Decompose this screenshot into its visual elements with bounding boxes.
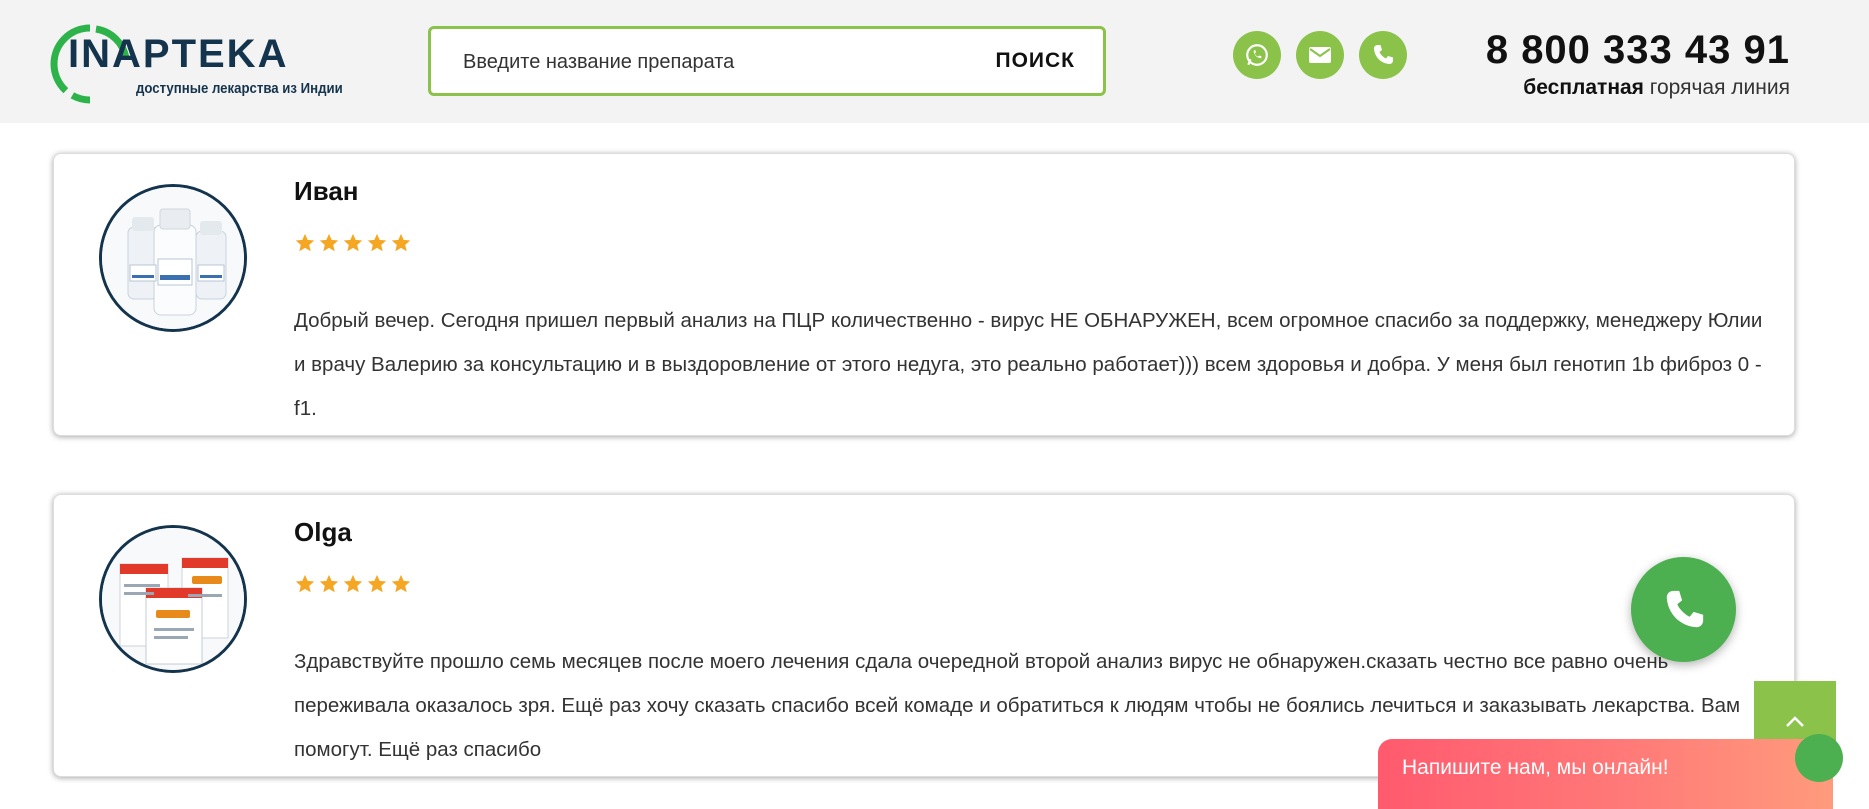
review-avatar — [99, 184, 247, 332]
star-icon — [391, 574, 411, 593]
search-button[interactable]: ПОИСК — [995, 45, 1075, 77]
reviewer-name: Иван — [294, 176, 359, 206]
rating-stars — [294, 232, 412, 254]
callback-button[interactable] — [1631, 557, 1736, 662]
medicine-bottles-image — [102, 187, 244, 329]
call-button[interactable] — [1359, 31, 1407, 79]
hotline-phone-number[interactable]: 8 800 333 43 91 — [1480, 28, 1790, 73]
medicine-boxes-image — [102, 528, 244, 670]
chat-label: Напишите нам, мы онлайн! — [1402, 756, 1669, 779]
review-avatar — [99, 525, 247, 673]
chevron-up-icon — [1786, 716, 1804, 727]
logo-tagline: доступные лекарства из Индии — [136, 80, 343, 97]
mail-button[interactable] — [1296, 31, 1344, 79]
reviewer-name: Olga — [294, 517, 352, 547]
whatsapp-icon — [1246, 44, 1268, 66]
hotline-caption-bold: бесплатная — [1523, 76, 1644, 99]
star-icon — [391, 233, 411, 252]
hotline-caption-rest: горячая линия — [1643, 76, 1790, 99]
star-icon — [319, 233, 339, 252]
hotline-caption: бесплатная горячая линия — [1450, 76, 1790, 100]
logo-wordmark: INAPTEKA — [68, 32, 289, 76]
mail-icon — [1309, 47, 1331, 63]
phone-icon — [1374, 45, 1393, 64]
search-box: ПОИСК — [428, 26, 1106, 96]
star-icon — [295, 233, 315, 252]
online-chat-widget[interactable]: Напишите нам, мы онлайн! — [1378, 739, 1833, 809]
search-input[interactable] — [461, 45, 945, 79]
star-icon — [295, 574, 315, 593]
star-icon — [367, 233, 387, 252]
chat-status-dot — [1795, 734, 1843, 782]
review-card: Olga Здравствуйте прошло семь месяцев по… — [53, 494, 1795, 777]
logo[interactable]: INAPTEKA доступные лекарства из Индии — [50, 24, 350, 104]
phone-icon — [1666, 590, 1703, 627]
rating-stars — [294, 573, 412, 595]
star-icon — [367, 574, 387, 593]
star-icon — [319, 574, 339, 593]
site-header: INAPTEKA доступные лекарства из Индии ПО… — [0, 0, 1869, 123]
review-card: Иван Добрый вечер. Сегодня пришел первый… — [53, 153, 1795, 436]
review-text: Добрый вечер. Сегодня пришел первый анал… — [294, 309, 1763, 420]
star-icon — [343, 233, 363, 252]
whatsapp-button[interactable] — [1233, 31, 1281, 79]
star-icon — [343, 574, 363, 593]
